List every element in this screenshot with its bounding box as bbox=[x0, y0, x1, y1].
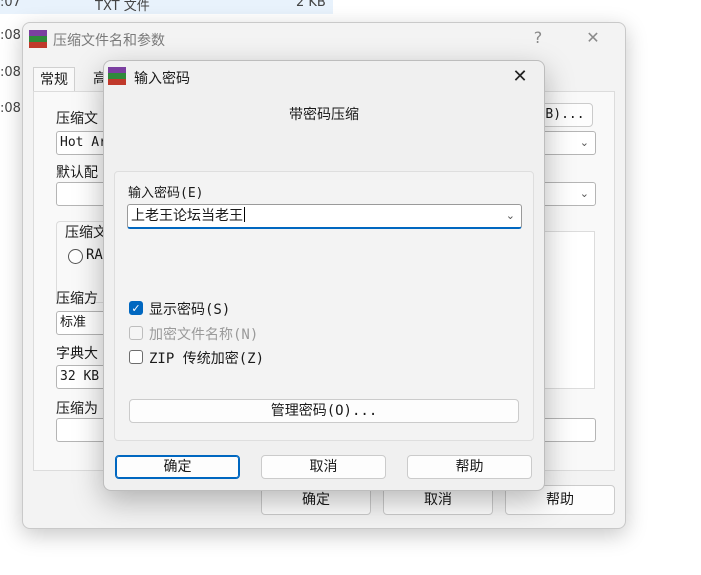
split-field-end[interactable] bbox=[541, 418, 596, 442]
close-icon[interactable]: ✕ bbox=[583, 28, 603, 47]
help-icon[interactable]: ? bbox=[528, 28, 548, 47]
zip-legacy-encryption-checkbox[interactable] bbox=[129, 350, 143, 364]
time-cell: :07 bbox=[0, 0, 20, 10]
dialog-cancel-button[interactable]: 取消 bbox=[261, 455, 386, 479]
split-field[interactable] bbox=[56, 418, 109, 442]
window-title: 压缩文件名和参数 bbox=[53, 33, 165, 49]
tab-general[interactable]: 常规 bbox=[33, 67, 75, 92]
encrypt-file-names-checkbox[interactable] bbox=[129, 326, 143, 340]
options-list bbox=[541, 231, 595, 389]
manage-passwords-button[interactable]: 管理密码(O)... bbox=[129, 399, 519, 423]
close-icon[interactable]: ✕ bbox=[508, 65, 532, 89]
chevron-down-icon[interactable]: ⌄ bbox=[580, 132, 589, 154]
method-field[interactable]: 标准 bbox=[56, 311, 109, 335]
password-dialog: 输入密码 ✕ 带密码压缩 输入密码(E) 上老王论坛当老王 ⌄ ✓ 显示密码(S… bbox=[103, 60, 545, 491]
browse-button[interactable]: B)... bbox=[537, 103, 593, 127]
show-password-label: 显示密码(S) bbox=[149, 302, 231, 318]
encrypt-file-names-label: 加密文件名称(N) bbox=[149, 327, 259, 343]
method-label: 压缩方 bbox=[56, 291, 98, 307]
time-cell: :08 bbox=[0, 28, 20, 43]
rar-radio[interactable] bbox=[68, 249, 83, 264]
zip-legacy-encryption-label: ZIP 传统加密(Z) bbox=[149, 351, 265, 367]
file-type-cell: TXT 文件 bbox=[95, 0, 150, 14]
show-password-checkbox[interactable]: ✓ bbox=[129, 301, 143, 315]
archive-name-field[interactable]: Hot Ar bbox=[56, 131, 109, 155]
winrar-icon bbox=[108, 67, 126, 85]
split-label: 压缩为 bbox=[56, 401, 98, 417]
dialog-title: 输入密码 bbox=[134, 71, 190, 87]
profile-field[interactable] bbox=[56, 182, 109, 206]
archive-name-dropdown-end[interactable]: ⌄ bbox=[541, 131, 596, 155]
archive-name-label: 压缩文 bbox=[56, 111, 98, 127]
dialog-help-button[interactable]: 帮助 bbox=[407, 455, 532, 479]
winrar-icon bbox=[29, 30, 47, 48]
password-label: 输入密码(E) bbox=[128, 186, 204, 201]
password-value: 上老王论坛当老王 bbox=[131, 208, 243, 224]
file-size-cell: 2 KB bbox=[296, 0, 326, 10]
chevron-down-icon[interactable]: ⌄ bbox=[580, 183, 589, 205]
dictionary-field[interactable]: 32 KB bbox=[56, 365, 109, 389]
selected-file-row[interactable] bbox=[0, 0, 333, 14]
dictionary-label: 字典大 bbox=[56, 346, 98, 362]
chevron-down-icon[interactable]: ⌄ bbox=[506, 205, 515, 227]
dialog-heading: 带密码压缩 bbox=[289, 107, 359, 123]
time-cell: :08 bbox=[0, 101, 20, 116]
password-input[interactable]: 上老王论坛当老王 ⌄ bbox=[127, 204, 522, 229]
profile-label: 默认配 bbox=[56, 165, 98, 181]
profile-dropdown-end[interactable]: ⌄ bbox=[541, 182, 596, 206]
check-icon: ✓ bbox=[131, 302, 141, 315]
text-caret bbox=[244, 207, 245, 222]
time-cell: :08 bbox=[0, 65, 20, 80]
format-group-label: 压缩文 bbox=[65, 225, 105, 241]
dialog-ok-button[interactable]: 确定 bbox=[115, 455, 240, 479]
